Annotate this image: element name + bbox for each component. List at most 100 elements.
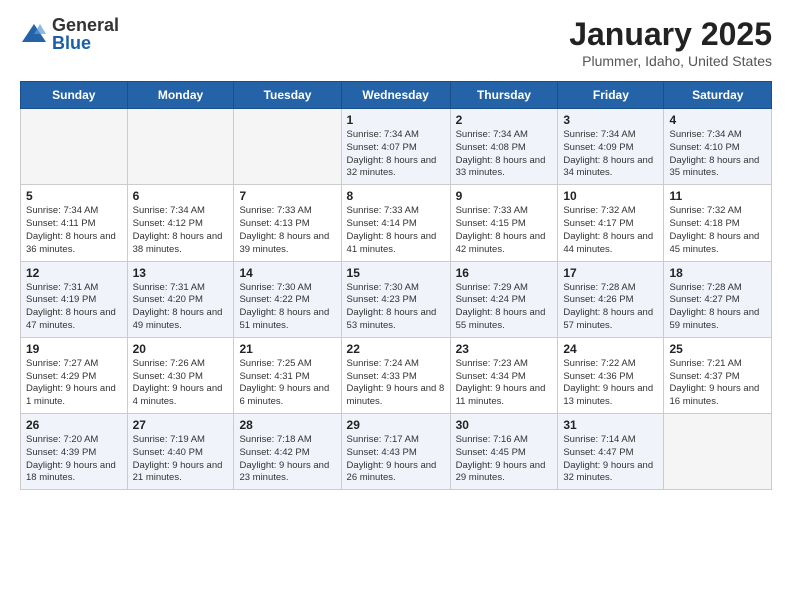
cell-text: Sunrise: 7:28 AM Sunset: 4:27 PM Dayligh…: [669, 282, 766, 333]
cell-text: Sunrise: 7:31 AM Sunset: 4:20 PM Dayligh…: [133, 282, 229, 333]
calendar-cell: 6 Sunrise: 7:34 AM Sunset: 4:12 PM Daylig…: [127, 185, 234, 261]
calendar-cell: [234, 109, 341, 185]
calendar-cell: 1Sunrise: 7:34 AM Sunset: 4:07 PM Daylig…: [341, 109, 450, 185]
calendar-cell: 30 Sunrise: 7:16 AM Sunset: 4:45 PM Dayli…: [450, 414, 558, 490]
calendar-cell: 17 Sunrise: 7:28 AM Sunset: 4:26 PM Dayli…: [558, 261, 664, 337]
day-number: 24: [563, 342, 658, 356]
calendar-cell: 22Sunrise: 7:24 AM Sunset: 4:33 PM Dayli…: [341, 337, 450, 413]
cell-text: Sunrise: 7:32 AM Sunset: 4:17 PM Dayligh…: [563, 205, 658, 256]
day-number: 3: [563, 113, 658, 127]
cell-text: Sunrise: 7:33 AM Sunset: 4:13 PM Dayligh…: [239, 205, 335, 256]
logo: General Blue: [20, 16, 119, 52]
logo-general: General: [52, 16, 119, 34]
day-number: 7: [239, 189, 335, 203]
day-number: 21: [239, 342, 335, 356]
day-number: 26: [26, 418, 122, 432]
month-title: January 2025: [569, 16, 772, 53]
calendar-cell: 15 Sunrise: 7:30 AM Sunset: 4:23 PM Dayli…: [341, 261, 450, 337]
calendar-cell: 9Sunrise: 7:33 AM Sunset: 4:15 PM Daylig…: [450, 185, 558, 261]
page-header: General Blue January 2025 Plummer, Idaho…: [20, 16, 772, 69]
day-number: 8: [347, 189, 445, 203]
day-number: 17: [563, 266, 658, 280]
day-number: 15: [347, 266, 445, 280]
day-number: 19: [26, 342, 122, 356]
calendar-week-row: 12Sunrise: 7:31 AM Sunset: 4:19 PM Dayli…: [21, 261, 772, 337]
calendar-body: 1Sunrise: 7:34 AM Sunset: 4:07 PM Daylig…: [21, 109, 772, 490]
calendar-cell: 16Sunrise: 7:29 AM Sunset: 4:24 PM Dayli…: [450, 261, 558, 337]
day-number: 27: [133, 418, 229, 432]
logo-icon: [20, 20, 48, 48]
calendar-cell: 24Sunrise: 7:22 AM Sunset: 4:36 PM Dayli…: [558, 337, 664, 413]
calendar-cell: 10Sunrise: 7:32 AM Sunset: 4:17 PM Dayli…: [558, 185, 664, 261]
day-number: 25: [669, 342, 766, 356]
calendar-cell: 13 Sunrise: 7:31 AM Sunset: 4:20 PM Dayli…: [127, 261, 234, 337]
calendar-cell: 31 Sunrise: 7:14 AM Sunset: 4:47 PM Dayli…: [558, 414, 664, 490]
day-number: 18: [669, 266, 766, 280]
calendar-cell: 4Sunrise: 7:34 AM Sunset: 4:10 PM Daylig…: [664, 109, 772, 185]
day-number: 22: [347, 342, 445, 356]
cell-text: Sunrise: 7:28 AM Sunset: 4:26 PM Dayligh…: [563, 282, 658, 333]
day-number: 13: [133, 266, 229, 280]
calendar-cell: 21 Sunrise: 7:25 AM Sunset: 4:31 PM Dayli…: [234, 337, 341, 413]
calendar-week-row: 1Sunrise: 7:34 AM Sunset: 4:07 PM Daylig…: [21, 109, 772, 185]
cell-text: Sunrise: 7:17 AM Sunset: 4:43 PM Dayligh…: [347, 434, 445, 485]
cell-text: Sunrise: 7:33 AM Sunset: 4:14 PM Dayligh…: [347, 205, 445, 256]
calendar-cell: 26Sunrise: 7:20 AM Sunset: 4:39 PM Dayli…: [21, 414, 128, 490]
day-number: 29: [347, 418, 445, 432]
logo-blue: Blue: [52, 34, 119, 52]
calendar-cell: 19 Sunrise: 7:27 AM Sunset: 4:29 PM Dayli…: [21, 337, 128, 413]
calendar-cell: 27 Sunrise: 7:19 AM Sunset: 4:40 PM Dayli…: [127, 414, 234, 490]
calendar-cell: 28 Sunrise: 7:18 AM Sunset: 4:42 PM Dayli…: [234, 414, 341, 490]
day-number: 9: [456, 189, 553, 203]
calendar-week-row: 5Sunrise: 7:34 AM Sunset: 4:11 PM Daylig…: [21, 185, 772, 261]
weekday-header: Friday: [558, 82, 664, 109]
cell-text: Sunrise: 7:19 AM Sunset: 4:40 PM Dayligh…: [133, 434, 229, 485]
calendar-cell: 11 Sunrise: 7:32 AM Sunset: 4:18 PM Dayli…: [664, 185, 772, 261]
cell-text: Sunrise: 7:34 AM Sunset: 4:10 PM Dayligh…: [669, 129, 766, 180]
weekday-header-row: SundayMondayTuesdayWednesdayThursdayFrid…: [21, 82, 772, 109]
calendar-cell: [127, 109, 234, 185]
day-number: 20: [133, 342, 229, 356]
day-number: 6: [133, 189, 229, 203]
cell-text: Sunrise: 7:14 AM Sunset: 4:47 PM Dayligh…: [563, 434, 658, 485]
calendar-week-row: 19 Sunrise: 7:27 AM Sunset: 4:29 PM Dayli…: [21, 337, 772, 413]
cell-text: Sunrise: 7:18 AM Sunset: 4:42 PM Dayligh…: [239, 434, 335, 485]
day-number: 14: [239, 266, 335, 280]
cell-text: Sunrise: 7:30 AM Sunset: 4:23 PM Dayligh…: [347, 282, 445, 333]
cell-text: Sunrise: 7:16 AM Sunset: 4:45 PM Dayligh…: [456, 434, 553, 485]
calendar-cell: 3 Sunrise: 7:34 AM Sunset: 4:09 PM Daylig…: [558, 109, 664, 185]
cell-text: Sunrise: 7:21 AM Sunset: 4:37 PM Dayligh…: [669, 358, 766, 409]
calendar-cell: [664, 414, 772, 490]
day-number: 30: [456, 418, 553, 432]
calendar-cell: [21, 109, 128, 185]
weekday-header: Saturday: [664, 82, 772, 109]
calendar-cell: 23 Sunrise: 7:23 AM Sunset: 4:34 PM Dayli…: [450, 337, 558, 413]
cell-text: Sunrise: 7:34 AM Sunset: 4:08 PM Dayligh…: [456, 129, 553, 180]
cell-text: Sunrise: 7:29 AM Sunset: 4:24 PM Dayligh…: [456, 282, 553, 333]
calendar-cell: 2Sunrise: 7:34 AM Sunset: 4:08 PM Daylig…: [450, 109, 558, 185]
weekday-header: Tuesday: [234, 82, 341, 109]
calendar-cell: 5Sunrise: 7:34 AM Sunset: 4:11 PM Daylig…: [21, 185, 128, 261]
cell-text: Sunrise: 7:25 AM Sunset: 4:31 PM Dayligh…: [239, 358, 335, 409]
weekday-header: Sunday: [21, 82, 128, 109]
logo-text: General Blue: [52, 16, 119, 52]
day-number: 23: [456, 342, 553, 356]
cell-text: Sunrise: 7:26 AM Sunset: 4:30 PM Dayligh…: [133, 358, 229, 409]
cell-text: Sunrise: 7:34 AM Sunset: 4:07 PM Dayligh…: [347, 129, 445, 180]
cell-text: Sunrise: 7:23 AM Sunset: 4:34 PM Dayligh…: [456, 358, 553, 409]
calendar-cell: 7 Sunrise: 7:33 AM Sunset: 4:13 PM Daylig…: [234, 185, 341, 261]
day-number: 28: [239, 418, 335, 432]
cell-text: Sunrise: 7:34 AM Sunset: 4:09 PM Dayligh…: [563, 129, 658, 180]
day-number: 31: [563, 418, 658, 432]
calendar: SundayMondayTuesdayWednesdayThursdayFrid…: [20, 81, 772, 490]
cell-text: Sunrise: 7:27 AM Sunset: 4:29 PM Dayligh…: [26, 358, 122, 409]
day-number: 11: [669, 189, 766, 203]
day-number: 12: [26, 266, 122, 280]
calendar-cell: 20 Sunrise: 7:26 AM Sunset: 4:30 PM Dayli…: [127, 337, 234, 413]
cell-text: Sunrise: 7:34 AM Sunset: 4:11 PM Dayligh…: [26, 205, 122, 256]
calendar-cell: 14Sunrise: 7:30 AM Sunset: 4:22 PM Dayli…: [234, 261, 341, 337]
calendar-cell: 25 Sunrise: 7:21 AM Sunset: 4:37 PM Dayli…: [664, 337, 772, 413]
cell-text: Sunrise: 7:32 AM Sunset: 4:18 PM Dayligh…: [669, 205, 766, 256]
location: Plummer, Idaho, United States: [569, 53, 772, 69]
cell-text: Sunrise: 7:34 AM Sunset: 4:12 PM Dayligh…: [133, 205, 229, 256]
